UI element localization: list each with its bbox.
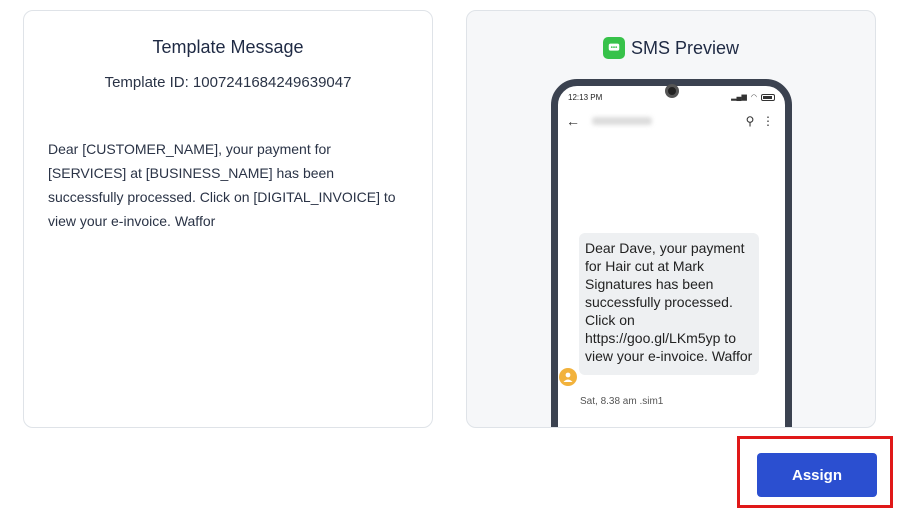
back-arrow-icon: ←	[566, 113, 580, 129]
template-message-card: Template Message Template ID: 1007241684…	[23, 10, 433, 428]
battery-icon	[761, 93, 775, 101]
template-body: Dear [CUSTOMER_NAME], your payment for […	[48, 141, 396, 229]
blurred-sender-name	[592, 117, 652, 125]
phone-time: 12:13 PM	[568, 92, 603, 102]
message-timestamp: Sat, 8.38 am .sim1	[580, 396, 664, 407]
assign-button[interactable]: Assign	[757, 453, 877, 497]
camera-icon	[664, 84, 679, 98]
sms-preview-card: SMS Preview 12:13 PM ▂▄▆ ◠ ← ⚲ ⋮ Dear Da…	[466, 10, 876, 428]
signal-icon: ▂▄▆	[731, 94, 747, 101]
wifi-icon: ◠	[750, 94, 757, 101]
search-icon: ⚲	[745, 114, 755, 128]
sms-preview-title: SMS Preview	[630, 37, 740, 58]
template-id: Template ID: 1007241684249639047	[104, 74, 352, 91]
more-options-icon: ⋮	[762, 114, 774, 128]
phone-mockup: 12:13 PM ▂▄▆ ◠ ← ⚲ ⋮ Dear Dave, your pay…	[551, 79, 792, 427]
messages-app-bar: ← ⚲ ⋮	[558, 102, 785, 130]
page: Template Message Template ID: 1007241684…	[0, 0, 901, 517]
sender-avatar-icon	[559, 368, 577, 386]
status-icons: ▂▄▆ ◠	[731, 93, 775, 101]
sms-message-bubble: Dear Dave, your payment for Hair cut at …	[579, 233, 759, 375]
sms-preview-header: SMS Preview	[467, 37, 875, 59]
chat-bubble-icon	[602, 37, 625, 59]
template-card-title: Template Message	[152, 37, 304, 57]
